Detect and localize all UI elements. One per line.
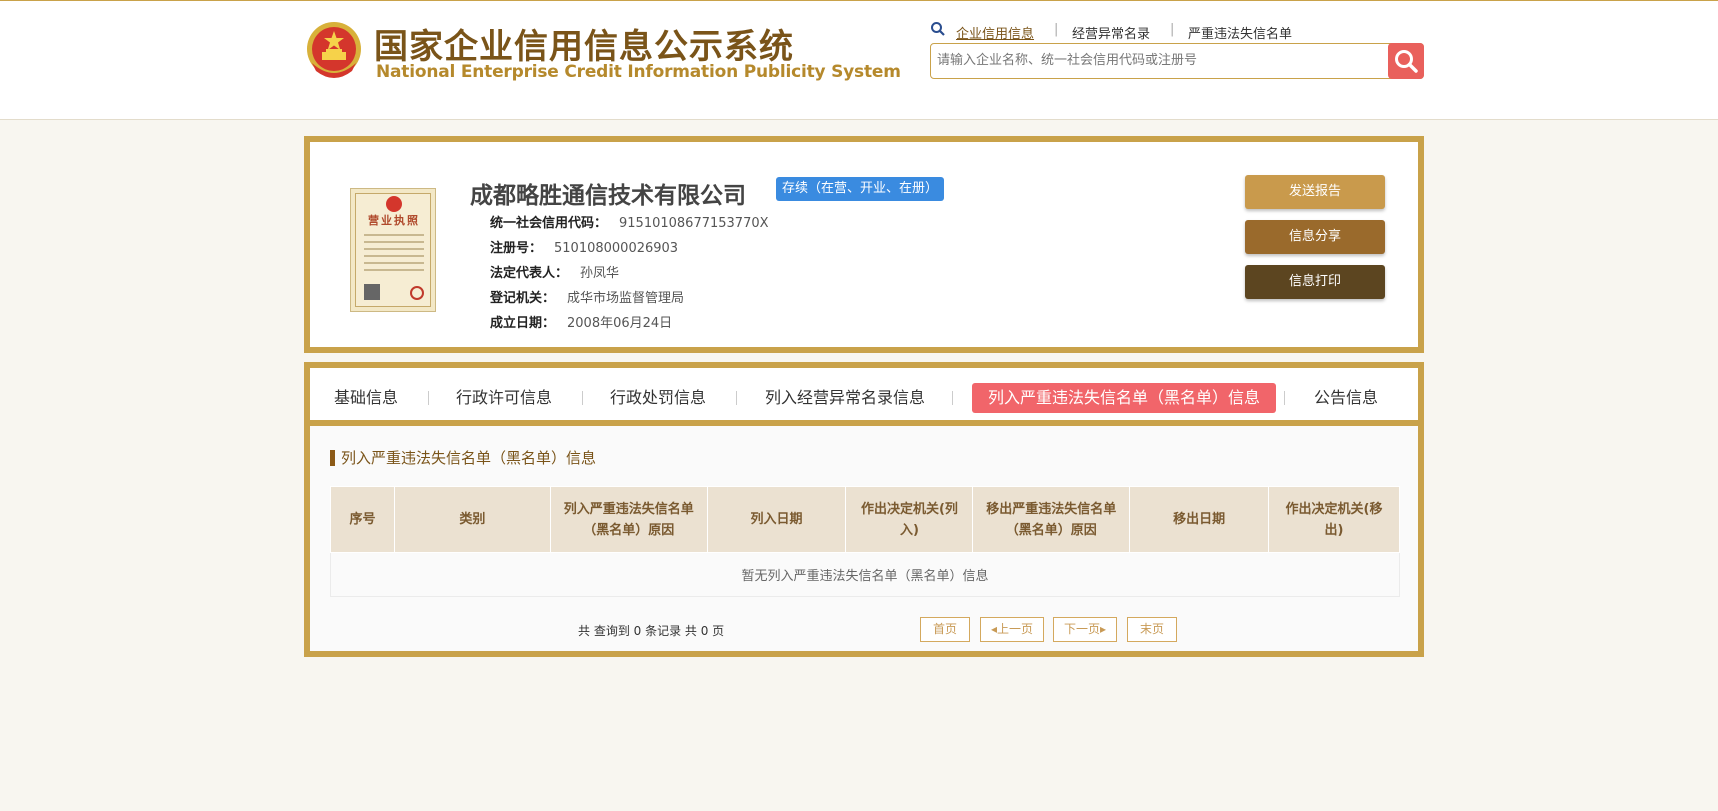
info-row-founded-date: 成立日期： 2008年06月24日 <box>490 312 672 331</box>
info-label: 注册号： <box>490 241 543 256</box>
first-page-button[interactable]: 首页 <box>920 617 970 642</box>
business-license-thumbnail[interactable]: 营业执照 <box>350 188 436 312</box>
info-row-reg-authority: 登记机关： 成华市场监督管理局 <box>490 287 684 306</box>
license-title: 营业执照 <box>368 214 420 227</box>
info-row-credit-code: 统一社会信用代码： 91510108677153770X <box>490 212 769 231</box>
next-page-label: 下一页 <box>1063 622 1100 636</box>
info-value: 91510108677153770X <box>619 216 769 231</box>
column-header: 列入严重违法失信名单（黑名单）原因 <box>549 486 708 553</box>
share-button[interactable]: 信息分享 <box>1245 220 1385 254</box>
tab-divider <box>582 391 583 405</box>
info-label: 成立日期： <box>490 316 556 331</box>
info-label: 登记机关： <box>490 291 556 306</box>
site-subtitle: National Enterprise Credit Information P… <box>376 62 901 82</box>
nav-blacklist[interactable]: 严重违法失信名单 <box>1188 23 1292 42</box>
nav-credit-info[interactable]: 企业信用信息 <box>956 23 1034 42</box>
empty-message: 暂无列入严重违法失信名单（黑名单）信息 <box>330 552 1400 597</box>
search-button[interactable] <box>1388 43 1424 79</box>
detail-panel: 基础信息 行政许可信息 行政处罚信息 列入经营异常名录信息 列入严重违法失信名单… <box>304 362 1424 657</box>
info-value: 孙凤华 <box>580 266 620 281</box>
tab-announcements[interactable]: 公告信息 <box>1314 383 1378 413</box>
chevron-right-icon: ▸ <box>1099 622 1107 636</box>
tab-blacklist[interactable]: 列入严重违法失信名单（黑名单）信息 <box>972 383 1277 413</box>
license-emblem-icon <box>386 196 402 212</box>
nav-abnormal-list[interactable]: 经营异常名录 <box>1072 23 1150 42</box>
tab-divider <box>952 391 953 405</box>
nav-divider: | <box>1170 22 1175 37</box>
site-title: 国家企业信用信息公示系统 <box>374 27 794 67</box>
site-header: 国家企业信用信息公示系统 National Enterprise Credit … <box>0 0 1718 120</box>
print-button[interactable]: 信息打印 <box>1245 265 1385 299</box>
tab-abnormal-list[interactable]: 列入经营异常名录信息 <box>765 383 925 413</box>
info-value: 成华市场监督管理局 <box>567 291 685 306</box>
last-page-button[interactable]: 末页 <box>1127 617 1177 642</box>
prev-page-label: 上一页 <box>997 622 1034 636</box>
company-name: 成都略胜通信技术有限公司 <box>470 183 746 209</box>
tab-admin-penalty[interactable]: 行政处罚信息 <box>610 383 706 413</box>
tab-basic-info[interactable]: 基础信息 <box>334 383 398 413</box>
nav-divider: | <box>1054 22 1059 37</box>
search-input[interactable] <box>931 44 1381 76</box>
send-report-button[interactable]: 发送报告 <box>1245 175 1385 209</box>
column-header: 类别 <box>393 486 551 553</box>
column-header: 移出严重违法失信名单（黑名单）原因 <box>972 486 1131 553</box>
column-header: 移出日期 <box>1129 486 1270 553</box>
column-header: 列入日期 <box>706 486 847 553</box>
info-label: 法定代表人： <box>490 266 569 281</box>
seal-icon <box>410 286 424 300</box>
info-row-reg-number: 注册号： 510108000026903 <box>490 237 678 256</box>
company-card: 营业执照 成都略胜通信技术有限公司 存续（在营、开业、在册） 统一社会信用代码：… <box>304 136 1424 353</box>
search-icon <box>931 22 945 36</box>
records-summary: 共 查询到 0 条记录 共 0 页 <box>578 624 725 638</box>
tab-divider <box>1284 391 1285 405</box>
next-page-button[interactable]: 下一页▸ <box>1053 617 1117 642</box>
search-icon <box>1395 50 1418 73</box>
tab-admin-license[interactable]: 行政许可信息 <box>456 383 552 413</box>
national-emblem-icon <box>307 22 361 78</box>
table-row: 暂无列入严重违法失信名单（黑名单）信息 <box>330 552 1400 597</box>
info-value: 2008年06月24日 <box>567 316 673 331</box>
search-bar <box>930 43 1424 79</box>
column-header: 作出决定机关(列入) <box>845 486 974 553</box>
column-header: 序号 <box>330 486 395 553</box>
blacklist-table: 序号 类别 列入严重违法失信名单（黑名单）原因 列入日期 作出决定机关(列入) … <box>330 486 1400 597</box>
info-label: 统一社会信用代码： <box>490 216 608 231</box>
tab-divider <box>736 391 737 405</box>
info-value: 510108000026903 <box>554 241 679 256</box>
status-badge: 存续（在营、开业、在册） <box>776 177 945 201</box>
table-header-row: 序号 类别 列入严重违法失信名单（黑名单）原因 列入日期 作出决定机关(列入) … <box>330 486 1400 553</box>
qr-code-icon <box>364 284 380 300</box>
prev-page-button[interactable]: ◂上一页 <box>980 617 1044 642</box>
column-header: 作出决定机关(移出) <box>1268 486 1400 553</box>
tab-divider <box>428 391 429 405</box>
tab-bar: 基础信息 行政许可信息 行政处罚信息 列入经营异常名录信息 列入严重违法失信名单… <box>310 368 1418 426</box>
section-title: 列入严重违法失信名单（黑名单）信息 <box>330 450 596 466</box>
info-row-legal-rep: 法定代表人： 孙凤华 <box>490 262 619 281</box>
